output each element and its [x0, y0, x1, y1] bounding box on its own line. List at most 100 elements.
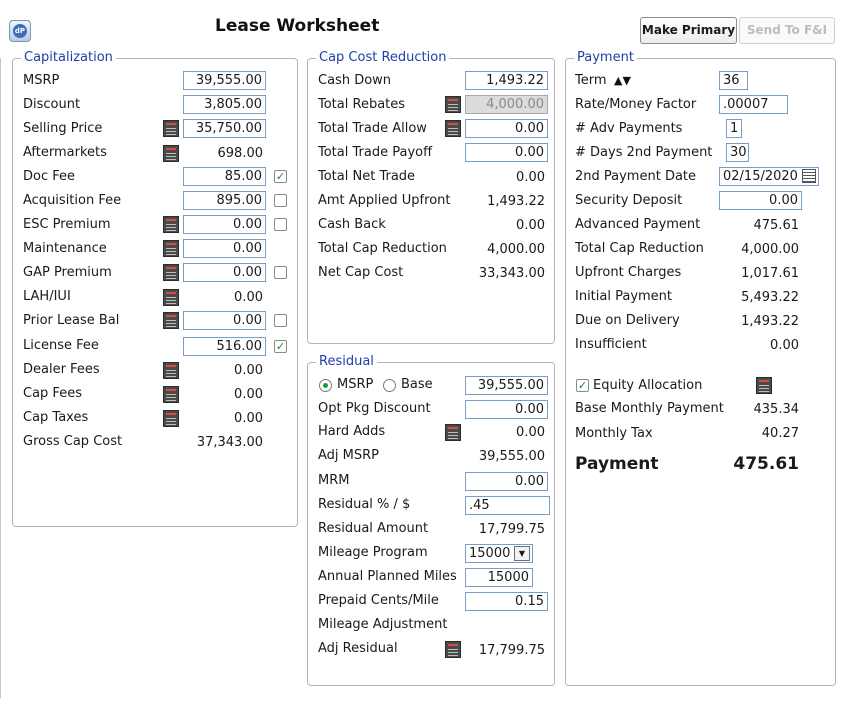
selling-price-calculator-icon[interactable]	[163, 120, 179, 137]
base-monthly-payment-value: 435.34	[753, 402, 800, 417]
gap-premium-label: GAP Premium	[23, 265, 112, 280]
total-trade-payoff-label: Total Trade Payoff	[318, 145, 433, 160]
adj-residual-calculator-icon[interactable]	[445, 641, 461, 658]
cash-down-label: Cash Down	[318, 73, 392, 88]
maintenance-calculator-icon[interactable]	[163, 240, 179, 257]
residual-amount-label: Residual Amount	[318, 521, 429, 536]
opt-pkg-discount-label: Opt Pkg Discount	[318, 401, 431, 416]
cap-fees-calculator-icon[interactable]	[163, 386, 179, 403]
acquisition-fee-input[interactable]: 895.00	[183, 191, 266, 210]
doc-fee-checkbox[interactable]: ✓	[274, 170, 287, 183]
acquisition-fee-checkbox[interactable]	[274, 194, 287, 207]
rate-money-factor-input[interactable]: .00007	[719, 95, 788, 114]
amt-applied-upfront-value: 1,493.22	[487, 194, 545, 209]
total-rebates-input[interactable]: 4,000.00	[465, 95, 548, 114]
total-trade-payoff-input[interactable]: 0.00	[465, 143, 548, 162]
residual-pct-input[interactable]: .45	[465, 496, 550, 515]
second-payment-date-label: 2nd Payment Date	[575, 169, 697, 184]
page-title: Lease Worksheet	[215, 16, 380, 36]
residual-msrp-input[interactable]: 39,555.00	[465, 376, 548, 395]
term-up-down-arrows-icon[interactable]: ▲▼	[614, 74, 631, 88]
lah-iui-label: LAH/IUI	[23, 289, 71, 304]
prior-lease-bal-checkbox[interactable]	[274, 314, 287, 327]
payment-total-label: Payment	[575, 454, 659, 474]
dealer-fees-label: Dealer Fees	[23, 362, 100, 377]
gap-premium-checkbox[interactable]	[274, 266, 287, 279]
app-logo-text: dP	[13, 24, 27, 38]
aftermarkets-calculator-icon[interactable]	[163, 145, 179, 162]
gross-cap-cost-value: 37,343.00	[196, 435, 263, 450]
cash-down-input[interactable]: 1,493.22	[465, 71, 548, 90]
send-to-fi-button[interactable]: Send To F&I	[739, 17, 835, 44]
monthly-tax-label: Monthly Tax	[575, 426, 653, 441]
equity-allocation-checkbox[interactable]: ✓	[576, 379, 589, 392]
lah-iui-value: 0.00	[234, 290, 263, 305]
license-fee-checkbox[interactable]: ✓	[274, 340, 287, 353]
calendar-icon[interactable]	[802, 169, 816, 183]
selling-price-input[interactable]: 35,750.00	[183, 119, 266, 138]
app-logo-icon[interactable]: dP	[9, 20, 31, 42]
hard-adds-label: Hard Adds	[318, 424, 386, 439]
upfront-charges-label: Upfront Charges	[575, 265, 682, 280]
capitalization-legend: Capitalization	[21, 50, 116, 66]
term-label: Term	[575, 73, 607, 88]
adv-payments-input[interactable]: 1	[726, 119, 742, 138]
cap-fees-label: Cap Fees	[23, 386, 82, 401]
residual-pct-label: Residual % / $	[318, 497, 411, 512]
esc-premium-checkbox[interactable]	[274, 218, 287, 231]
cap-taxes-calculator-icon[interactable]	[163, 410, 179, 427]
monthly-tax-value: 40.27	[761, 426, 799, 441]
initial-payment-value: 5,493.22	[741, 290, 799, 305]
upfront-charges-value: 1,017.61	[741, 266, 799, 281]
mrm-input[interactable]: 0.00	[465, 472, 548, 491]
msrp-radio-label: MSRP	[337, 377, 374, 392]
doc-fee-input[interactable]: 85.00	[183, 167, 266, 186]
prior-lease-bal-calculator-icon[interactable]	[163, 312, 179, 329]
security-deposit-input[interactable]: 0.00	[719, 191, 802, 210]
gap-premium-input[interactable]: 0.00	[183, 263, 266, 282]
esc-premium-input[interactable]: 0.00	[183, 215, 266, 234]
days-2nd-payment-input[interactable]: 30	[726, 143, 749, 162]
total-cap-reduction-value: 4,000.00	[487, 242, 545, 257]
annual-planned-miles-input[interactable]: 15000	[465, 568, 533, 587]
due-on-delivery-value: 1,493.22	[741, 314, 799, 329]
mrm-label: MRM	[318, 473, 350, 488]
prior-lease-bal-input[interactable]: 0.00	[183, 311, 266, 330]
security-deposit-label: Security Deposit	[575, 193, 683, 208]
adj-residual-label: Adj Residual	[318, 641, 398, 656]
opt-pkg-discount-input[interactable]: 0.00	[465, 400, 548, 419]
total-trade-allow-calculator-icon[interactable]	[445, 120, 461, 137]
total-rebates-calculator-icon[interactable]	[445, 96, 461, 113]
prepaid-cents-mile-input[interactable]: 0.15	[465, 592, 548, 611]
dealer-fees-value: 0.00	[234, 363, 263, 378]
prior-lease-bal-label: Prior Lease Bal	[23, 313, 120, 328]
term-input[interactable]: 36	[719, 71, 748, 90]
total-net-trade-label: Total Net Trade	[318, 169, 416, 184]
msrp-input[interactable]: 39,555.00	[183, 71, 266, 90]
license-fee-input[interactable]: 516.00	[183, 337, 266, 356]
adj-msrp-label: Adj MSRP	[318, 448, 380, 463]
cash-back-label: Cash Back	[318, 217, 386, 232]
esc-premium-calculator-icon[interactable]	[163, 216, 179, 233]
gap-premium-calculator-icon[interactable]	[163, 264, 179, 281]
mileage-adjustment-label: Mileage Adjustment	[318, 617, 448, 632]
total-trade-allow-input[interactable]: 0.00	[465, 119, 548, 138]
make-primary-button[interactable]: Make Primary	[640, 17, 737, 44]
esc-premium-label: ESC Premium	[23, 217, 111, 232]
payment-total-cap-reduction-label: Total Cap Reduction	[575, 241, 704, 256]
due-on-delivery-label: Due on Delivery	[575, 313, 680, 328]
advanced-payment-value: 475.61	[753, 218, 800, 233]
equity-allocation-calculator-icon[interactable]	[756, 377, 772, 394]
chevron-down-icon[interactable]: ▼	[514, 546, 530, 561]
maintenance-input[interactable]: 0.00	[183, 239, 266, 258]
discount-input[interactable]: 3,805.00	[183, 95, 266, 114]
hard-adds-calculator-icon[interactable]	[445, 424, 461, 441]
msrp-label: MSRP	[23, 73, 60, 88]
base-radio[interactable]	[383, 379, 396, 392]
net-cap-cost-value: 33,343.00	[478, 266, 545, 281]
lah-iui-calculator-icon[interactable]	[163, 289, 179, 306]
maintenance-label: Maintenance	[23, 241, 107, 256]
dealer-fees-calculator-icon[interactable]	[163, 362, 179, 379]
msrp-radio[interactable]	[319, 379, 332, 392]
base-radio-label: Base	[401, 377, 433, 392]
